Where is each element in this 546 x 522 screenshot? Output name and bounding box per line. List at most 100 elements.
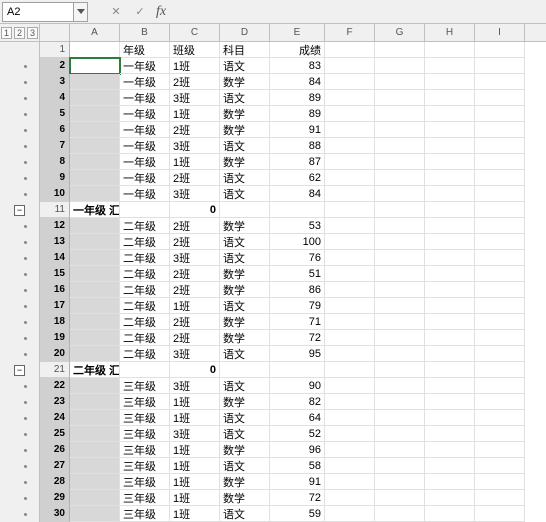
- cell[interactable]: 59: [270, 506, 325, 522]
- cell[interactable]: [375, 250, 425, 266]
- cell[interactable]: [325, 410, 375, 426]
- cell[interactable]: 2班: [170, 218, 220, 234]
- cell[interactable]: 语文: [220, 458, 270, 474]
- cell[interactable]: 数学: [220, 442, 270, 458]
- cell[interactable]: 语文: [220, 298, 270, 314]
- row-header[interactable]: 26: [40, 442, 70, 458]
- cell[interactable]: [375, 266, 425, 282]
- cell[interactable]: 86: [270, 282, 325, 298]
- cell[interactable]: [475, 234, 525, 250]
- cell[interactable]: [475, 74, 525, 90]
- row-header[interactable]: 28: [40, 474, 70, 490]
- cell[interactable]: [425, 42, 475, 58]
- cell[interactable]: [375, 122, 425, 138]
- cell[interactable]: [375, 330, 425, 346]
- cell[interactable]: [375, 298, 425, 314]
- cell[interactable]: [475, 106, 525, 122]
- cell[interactable]: 2班: [170, 282, 220, 298]
- cell[interactable]: 数学: [220, 490, 270, 506]
- cell[interactable]: [425, 74, 475, 90]
- cell[interactable]: [325, 426, 375, 442]
- cell[interactable]: 91: [270, 474, 325, 490]
- row-header[interactable]: 2: [40, 58, 70, 74]
- cell[interactable]: [375, 346, 425, 362]
- cell[interactable]: [375, 474, 425, 490]
- cell[interactable]: [475, 186, 525, 202]
- cell[interactable]: [475, 154, 525, 170]
- cell[interactable]: [270, 362, 325, 378]
- cell[interactable]: 1班: [170, 394, 220, 410]
- cell[interactable]: 科目: [220, 42, 270, 58]
- spreadsheet-grid[interactable]: A B C D E F G H I 1年级班级科目成绩2一年级1班语文833一年…: [40, 24, 546, 522]
- cell[interactable]: [325, 58, 375, 74]
- row-header[interactable]: 14: [40, 250, 70, 266]
- cell[interactable]: [220, 202, 270, 218]
- cell[interactable]: [325, 90, 375, 106]
- cell[interactable]: 1班: [170, 490, 220, 506]
- row-header[interactable]: 27: [40, 458, 70, 474]
- cell[interactable]: [325, 74, 375, 90]
- cell[interactable]: [325, 458, 375, 474]
- col-header-D[interactable]: D: [220, 24, 270, 41]
- cell[interactable]: [70, 474, 120, 490]
- row-header[interactable]: 1: [40, 42, 70, 58]
- cell[interactable]: [325, 218, 375, 234]
- cell[interactable]: 84: [270, 74, 325, 90]
- cell[interactable]: [325, 442, 375, 458]
- cell[interactable]: 2班: [170, 330, 220, 346]
- cell[interactable]: [425, 362, 475, 378]
- cell[interactable]: 语文: [220, 58, 270, 74]
- cell[interactable]: 数学: [220, 122, 270, 138]
- cell[interactable]: 58: [270, 458, 325, 474]
- cell[interactable]: [475, 58, 525, 74]
- outline-collapse-button[interactable]: −: [14, 365, 25, 376]
- cell[interactable]: [325, 330, 375, 346]
- cell[interactable]: [425, 266, 475, 282]
- row-header[interactable]: 5: [40, 106, 70, 122]
- cell[interactable]: 数学: [220, 266, 270, 282]
- cell[interactable]: 三年级: [120, 442, 170, 458]
- cell[interactable]: 3班: [170, 426, 220, 442]
- cell[interactable]: 1班: [170, 458, 220, 474]
- cell[interactable]: [425, 394, 475, 410]
- cell[interactable]: 88: [270, 138, 325, 154]
- cell[interactable]: [425, 298, 475, 314]
- cell[interactable]: 2班: [170, 266, 220, 282]
- cell[interactable]: 数学: [220, 106, 270, 122]
- name-box-dropdown[interactable]: [74, 2, 88, 22]
- cell[interactable]: 二年级: [120, 314, 170, 330]
- cell[interactable]: [70, 250, 120, 266]
- row-header[interactable]: 21: [40, 362, 70, 378]
- cell[interactable]: [375, 490, 425, 506]
- cell[interactable]: [475, 410, 525, 426]
- cell[interactable]: 二年级: [120, 330, 170, 346]
- select-all-corner[interactable]: [40, 24, 70, 41]
- cell[interactable]: [120, 202, 170, 218]
- cell[interactable]: [425, 138, 475, 154]
- confirm-icon[interactable]: ✓: [132, 4, 148, 20]
- cell[interactable]: [475, 474, 525, 490]
- cell[interactable]: 语文: [220, 426, 270, 442]
- cell[interactable]: [325, 378, 375, 394]
- cell[interactable]: 数学: [220, 218, 270, 234]
- cell[interactable]: [425, 250, 475, 266]
- cell[interactable]: [375, 202, 425, 218]
- cell[interactable]: [375, 426, 425, 442]
- cell[interactable]: [375, 154, 425, 170]
- cell[interactable]: 二年级 汇: [70, 362, 120, 378]
- cell[interactable]: [325, 346, 375, 362]
- cell[interactable]: [475, 314, 525, 330]
- cell[interactable]: [475, 202, 525, 218]
- col-header-H[interactable]: H: [425, 24, 475, 41]
- cell[interactable]: 64: [270, 410, 325, 426]
- cell[interactable]: [475, 346, 525, 362]
- cell[interactable]: 2班: [170, 122, 220, 138]
- cell[interactable]: 一年级: [120, 106, 170, 122]
- cell[interactable]: [70, 282, 120, 298]
- cell[interactable]: [475, 138, 525, 154]
- cell[interactable]: [270, 202, 325, 218]
- cell[interactable]: [70, 218, 120, 234]
- cell[interactable]: 3班: [170, 250, 220, 266]
- cell[interactable]: 一年级: [120, 58, 170, 74]
- cell[interactable]: [70, 330, 120, 346]
